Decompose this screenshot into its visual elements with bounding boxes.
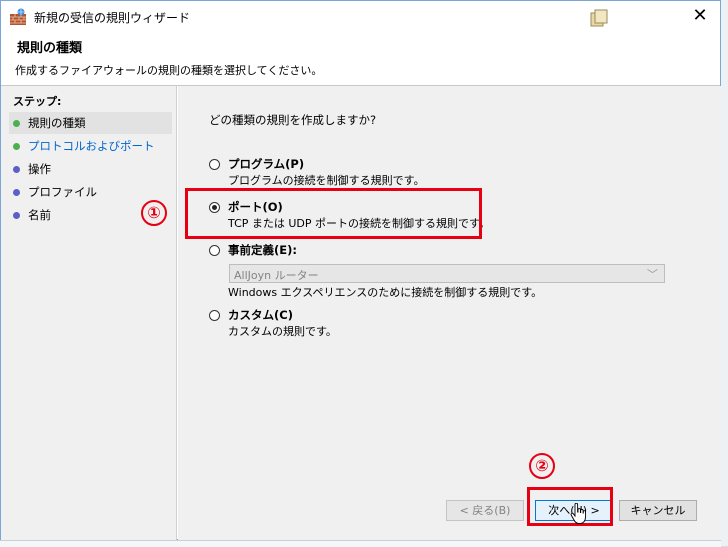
background-window-edge [721, 0, 728, 546]
window-header-icon [590, 9, 608, 27]
close-button[interactable]: ✕ [687, 3, 713, 29]
option-label[interactable]: プログラム(P) [228, 156, 304, 172]
callout-one: ① [141, 200, 167, 226]
option-label[interactable]: カスタム(C) [228, 307, 293, 323]
page-title: 規則の種類 [17, 41, 83, 56]
title-bar[interactable]: 新規の受信の規則ウィザード ✕ [1, 1, 720, 33]
step-profile: プロファイル [9, 181, 172, 203]
step-status-dot [13, 212, 20, 219]
cancel-button[interactable]: キャンセル [619, 500, 697, 521]
step-label: プロファイル [28, 185, 97, 199]
callout-two: ② [529, 453, 555, 479]
step-label: 操作 [28, 162, 51, 176]
wizard-content: どの種類の規則を作成しますか? プログラム(P) プログラムの接続を制御する規則… [178, 86, 721, 541]
step-action: 操作 [9, 158, 172, 180]
option-description: プログラムの接続を制御する規則です。 [228, 174, 425, 187]
steps-sidebar: ステップ: 規則の種類 プロトコルおよびポート 操作 プロファイル 名前 [1, 86, 177, 541]
predefined-rule-dropdown[interactable]: AllJoyn ルーター ﹀ [229, 264, 665, 283]
page-subtitle: 作成するファイアウォールの規則の種類を選択してください。 [15, 64, 323, 77]
chevron-down-icon: ﹀ [647, 268, 658, 281]
port-option-highlight [185, 188, 482, 239]
window-title: 新規の受信の規則ウィザード [34, 11, 191, 25]
wizard-header: 規則の種類 作成するファイアウォールの規則の種類を選択してください。 [1, 33, 720, 85]
step-status-dot [13, 166, 20, 173]
back-button[interactable]: < 戻る(B) [446, 500, 524, 521]
step-status-dot [13, 189, 20, 196]
firewall-app-icon [10, 8, 26, 25]
custom-radio[interactable] [209, 310, 220, 321]
step-protocol-ports[interactable]: プロトコルおよびポート [9, 135, 172, 157]
wizard-window: 新規の受信の規則ウィザード ✕ 規則の種類 作成するファイアウォールの規則の種類… [0, 0, 721, 541]
step-label: プロトコルおよびポート [28, 139, 155, 153]
option-description: カスタムの規則です。 [228, 325, 337, 338]
steps-label: ステップ: [13, 95, 62, 108]
step-label: 規則の種類 [28, 116, 86, 130]
step-label: 名前 [28, 208, 51, 222]
hand-cursor-icon [570, 503, 586, 524]
step-rule-type: 規則の種類 [9, 112, 172, 134]
predefined-radio[interactable] [209, 245, 220, 256]
step-status-dot [13, 143, 20, 150]
dropdown-selected-value: AllJoyn ルーター [234, 269, 319, 282]
program-radio[interactable] [209, 159, 220, 170]
rule-type-question: どの種類の規則を作成しますか? [209, 113, 377, 127]
option-label[interactable]: 事前定義(E): [228, 242, 297, 258]
step-status-dot [13, 120, 20, 127]
predefined-description: Windows エクスペリエンスのために接続を制御する規則です。 [228, 286, 543, 299]
